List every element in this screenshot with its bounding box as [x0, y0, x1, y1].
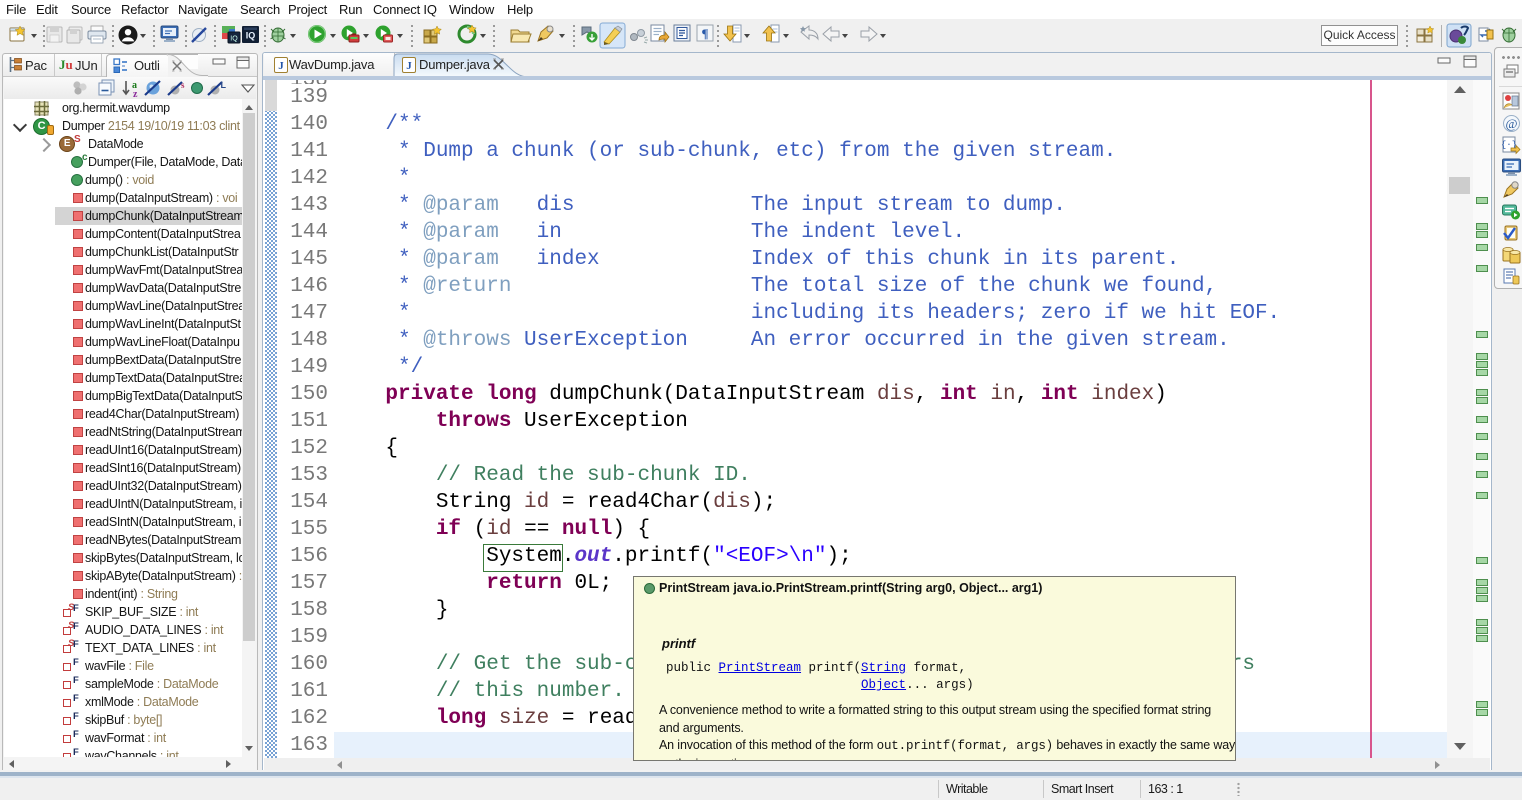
svg-text:IQ: IQ — [246, 31, 256, 41]
svg-text:s: s — [181, 80, 185, 90]
svg-text:z: z — [133, 89, 138, 98]
svg-text:¶: ¶ — [701, 26, 708, 41]
svg-text:L: L — [221, 80, 227, 90]
svg-text:J: J — [406, 60, 412, 72]
svg-text:@: @ — [1506, 116, 1518, 131]
svg-text:J: J — [278, 60, 284, 72]
svg-text:IQ: IQ — [230, 36, 238, 43]
